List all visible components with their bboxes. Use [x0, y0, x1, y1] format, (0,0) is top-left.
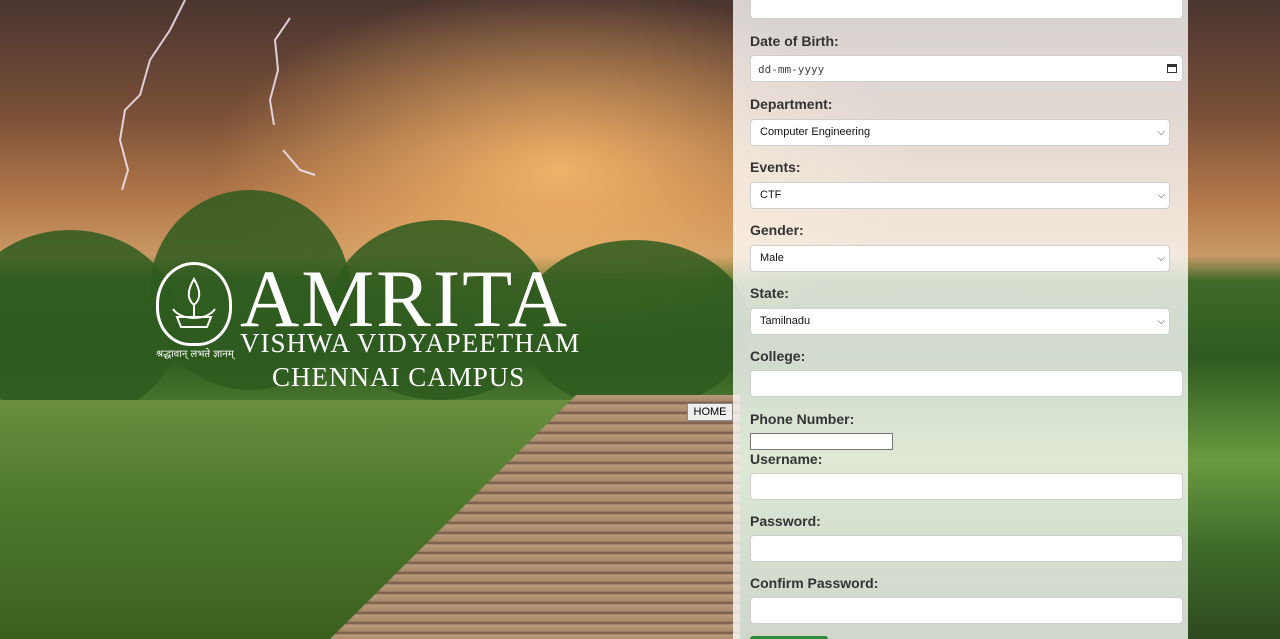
state-select[interactable]: Tamilnadu ⌵	[750, 308, 1170, 335]
department-value: Computer Engineering	[760, 126, 871, 138]
phone-field[interactable]	[750, 433, 893, 450]
department-select[interactable]: Computer Engineering ⌵	[750, 119, 1170, 146]
confirm-password-label: Confirm Password:	[750, 575, 879, 591]
gender-value: Male	[760, 252, 784, 264]
password-field[interactable]	[750, 535, 1183, 562]
dob-label: Date of Birth:	[750, 33, 839, 49]
college-label: College:	[750, 348, 806, 364]
amrita-logo: श्रद्धावान् लभते ज्ञानम् AMRITA VISHWA V…	[156, 253, 616, 398]
password-label: Password:	[750, 513, 821, 529]
chevron-down-icon: ⌵	[1157, 127, 1165, 138]
registration-form: Date of Birth: dd-mm-yyyy Department: Co…	[733, 0, 1188, 639]
emblem-motto: श्रद्धावान् लभते ज्ञानम्	[156, 349, 234, 360]
brand-subtitle: VISHWA VIDYAPEETHAM	[240, 328, 581, 358]
dob-placeholder: dd-mm-yyyy	[758, 63, 825, 76]
brand-campus: CHENNAI CAMPUS	[272, 362, 526, 392]
state-value: Tamilnadu	[760, 315, 811, 327]
username-label: Username:	[750, 451, 823, 467]
dob-field[interactable]: dd-mm-yyyy	[750, 55, 1183, 82]
events-select[interactable]: CTF ⌵	[750, 182, 1170, 209]
emblem-icon	[156, 262, 232, 346]
college-field[interactable]	[750, 370, 1183, 397]
chevron-down-icon: ⌵	[1157, 316, 1165, 327]
chevron-down-icon: ⌵	[1157, 253, 1165, 264]
department-label: Department:	[750, 96, 833, 112]
username-field[interactable]	[750, 473, 1183, 500]
email-field[interactable]	[750, 0, 1183, 19]
calendar-icon[interactable]	[1167, 64, 1177, 73]
chevron-down-icon: ⌵	[1157, 190, 1165, 201]
gender-label: Gender:	[750, 222, 804, 238]
phone-label: Phone Number:	[750, 411, 855, 427]
lightning-bolt	[282, 149, 316, 176]
lightning-bolt	[268, 17, 291, 126]
events-value: CTF	[760, 189, 782, 201]
gender-select[interactable]: Male ⌵	[750, 245, 1170, 272]
confirm-password-field[interactable]	[750, 597, 1183, 624]
lightning-bolt	[118, 0, 186, 191]
home-button[interactable]: HOME	[687, 403, 733, 421]
events-label: Events:	[750, 159, 801, 175]
state-label: State:	[750, 285, 789, 301]
